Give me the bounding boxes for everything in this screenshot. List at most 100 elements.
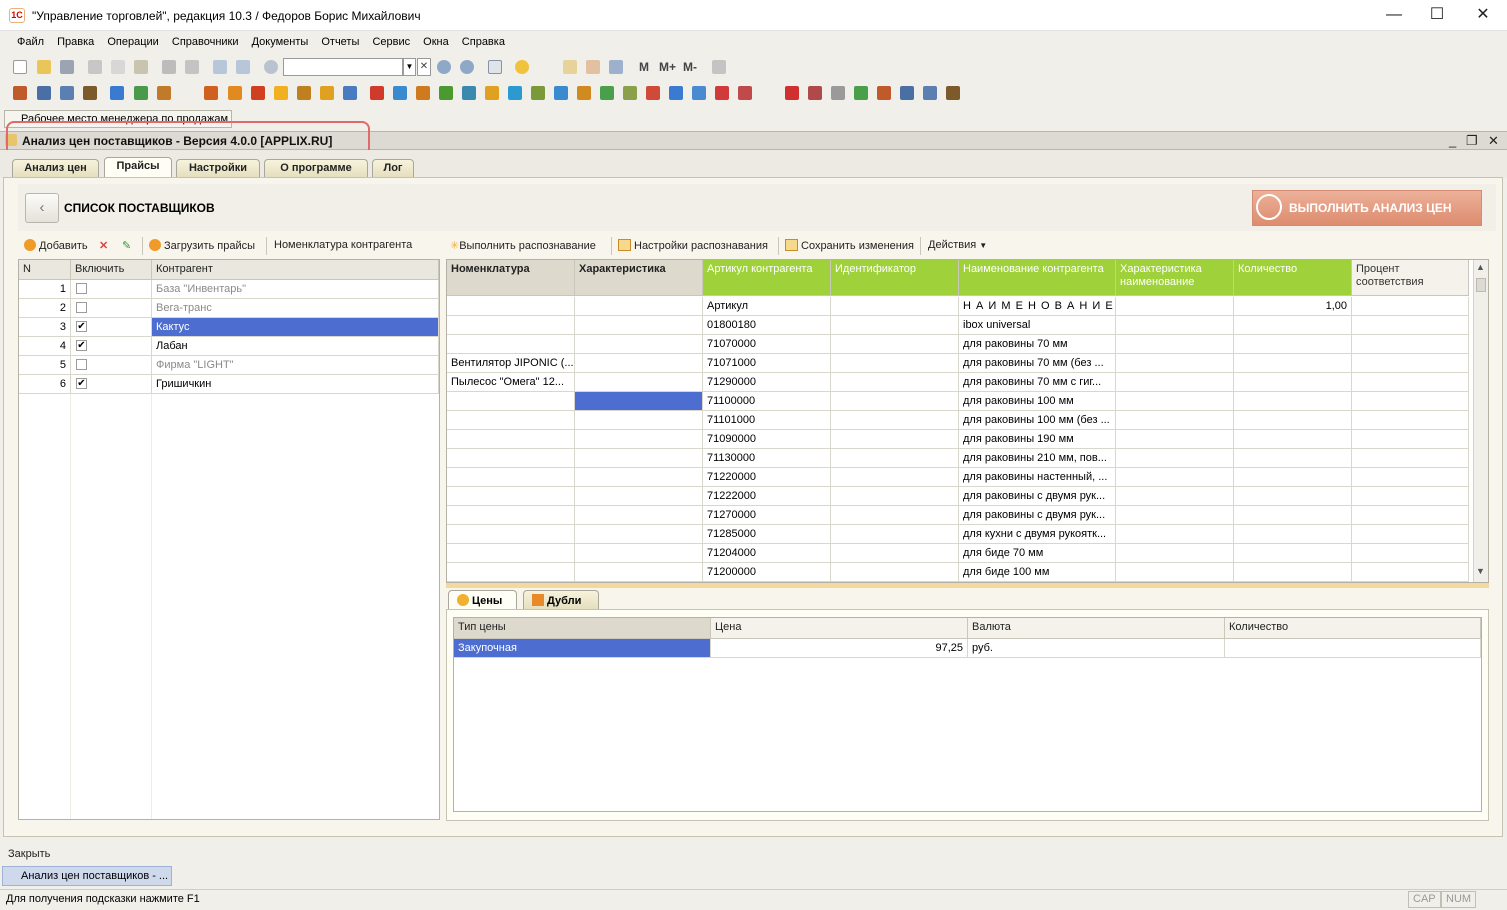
- document-type-icon[interactable]: [946, 86, 960, 100]
- column-header[interactable]: Включить: [71, 260, 152, 280]
- document-type-icon[interactable]: [577, 86, 591, 100]
- search-icon[interactable]: [264, 60, 278, 74]
- table-row[interactable]: 1 База "Инвентарь": [19, 280, 439, 299]
- table-cell[interactable]: Н А И М Е Н О В А Н И Е ...: [959, 297, 1116, 316]
- table-cell[interactable]: [831, 316, 959, 335]
- edit-icon[interactable]: ✎: [122, 239, 131, 252]
- chevron-down-icon[interactable]: ▼: [403, 58, 416, 76]
- document-type-icon[interactable]: [370, 86, 384, 100]
- column-header[interactable]: Характеристика наименование: [1116, 260, 1234, 296]
- memory-mminus-button[interactable]: M-: [683, 60, 697, 74]
- memory-mplus-button[interactable]: M+: [659, 60, 676, 74]
- add-supplier-button[interactable]: Добавить: [24, 239, 88, 252]
- table-cell[interactable]: [447, 544, 575, 563]
- table-cell[interactable]: [447, 525, 575, 544]
- table-row[interactable]: 71090000 для раковины 190 мм: [447, 430, 1473, 449]
- table-cell[interactable]: [1225, 639, 1481, 658]
- table-cell[interactable]: [447, 468, 575, 487]
- table-cell[interactable]: [1234, 468, 1352, 487]
- copy-icon[interactable]: [111, 60, 125, 74]
- table-cell[interactable]: [831, 335, 959, 354]
- table-cell[interactable]: [831, 411, 959, 430]
- document-close-button[interactable]: ✕: [1488, 133, 1499, 149]
- table-cell[interactable]: [1234, 506, 1352, 525]
- tab-duplicates[interactable]: Дубли: [523, 590, 599, 609]
- table-cell[interactable]: [1234, 373, 1352, 392]
- table-row[interactable]: 71101000 для раковины 100 мм (без ...: [447, 411, 1473, 430]
- menu-operations[interactable]: Операции: [102, 31, 163, 48]
- document-type-icon[interactable]: [439, 86, 453, 100]
- table-cell[interactable]: 01800180: [703, 316, 831, 335]
- recognize-button[interactable]: ✳Выполнить распознавание: [450, 239, 596, 252]
- table-cell[interactable]: [1234, 544, 1352, 563]
- document-type-icon[interactable]: [808, 86, 822, 100]
- table-cell[interactable]: [1352, 468, 1469, 487]
- table-cell[interactable]: [831, 525, 959, 544]
- tab-about[interactable]: О программе: [264, 159, 368, 177]
- document-type-icon[interactable]: [134, 86, 148, 100]
- table-cell[interactable]: [575, 411, 703, 430]
- table-cell[interactable]: [1352, 297, 1469, 316]
- table-cell[interactable]: Артикул: [703, 297, 831, 316]
- table-cell[interactable]: для кухни с двумя рукоятк...: [959, 525, 1116, 544]
- table-cell[interactable]: 71090000: [703, 430, 831, 449]
- document-type-icon[interactable]: [13, 86, 27, 100]
- tab-prices[interactable]: Цены: [448, 590, 517, 610]
- table-cell[interactable]: [575, 335, 703, 354]
- run-analysis-button[interactable]: ВЫПОЛНИТЬ АНАЛИЗ ЦЕН: [1252, 190, 1482, 226]
- document-type-icon[interactable]: [692, 86, 706, 100]
- table-row[interactable]: 71222000 для раковины с двумя рук...: [447, 487, 1473, 506]
- table-cell[interactable]: [447, 506, 575, 525]
- table-cell[interactable]: [1234, 525, 1352, 544]
- table-cell[interactable]: для раковины 190 мм: [959, 430, 1116, 449]
- table-cell[interactable]: для биде 100 мм: [959, 563, 1116, 582]
- table-cell[interactable]: [1116, 525, 1234, 544]
- table-row[interactable]: 71220000 для раковины настенный, ...: [447, 468, 1473, 487]
- column-header[interactable]: Количество: [1225, 618, 1481, 639]
- table-cell[interactable]: 71200000: [703, 563, 831, 582]
- close-window-button[interactable]: ✕: [1466, 4, 1500, 26]
- table-cell[interactable]: [1116, 468, 1234, 487]
- table-row[interactable]: 71130000 для раковины 210 мм, пов...: [447, 449, 1473, 468]
- save-icon[interactable]: [60, 60, 74, 74]
- table-cell[interactable]: [1352, 411, 1469, 430]
- table-cell[interactable]: [1352, 563, 1469, 582]
- document-type-icon[interactable]: [900, 86, 914, 100]
- tab-log[interactable]: Лог: [372, 159, 414, 177]
- table-cell[interactable]: [1234, 354, 1352, 373]
- table-row[interactable]: 3 ✔ Кактус: [19, 318, 439, 337]
- document-type-icon[interactable]: [877, 86, 891, 100]
- table-cell[interactable]: для раковины с двумя рук...: [959, 506, 1116, 525]
- table-cell[interactable]: Пылесос "Омега" 12...: [447, 373, 575, 392]
- table-cell[interactable]: [1116, 316, 1234, 335]
- table-cell[interactable]: для раковины 210 мм, пов...: [959, 449, 1116, 468]
- table-cell[interactable]: [1116, 373, 1234, 392]
- document-type-icon[interactable]: [320, 86, 334, 100]
- minimize-button[interactable]: —: [1377, 4, 1411, 26]
- table-cell[interactable]: 71285000: [703, 525, 831, 544]
- document-type-icon[interactable]: [297, 86, 311, 100]
- menu-documents[interactable]: Документы: [247, 31, 314, 48]
- table-cell[interactable]: [1352, 354, 1469, 373]
- tab-price-analysis[interactable]: Анализ цен: [12, 159, 99, 177]
- menu-file[interactable]: Файл: [12, 31, 49, 48]
- splitter[interactable]: [446, 583, 1489, 588]
- document-type-icon[interactable]: [669, 86, 683, 100]
- table-cell[interactable]: для раковины 70 мм (без ...: [959, 354, 1116, 373]
- table-cell[interactable]: [447, 316, 575, 335]
- menu-edit[interactable]: Правка: [52, 31, 99, 48]
- load-prices-button[interactable]: Загрузить прайсы: [149, 239, 255, 252]
- table-cell[interactable]: 71100000: [703, 392, 831, 411]
- column-header[interactable]: Идентификатор: [831, 260, 959, 296]
- vertical-scrollbar[interactable]: ▲ ▼: [1473, 260, 1488, 582]
- document-type-icon[interactable]: [110, 86, 124, 100]
- table-cell[interactable]: [447, 297, 575, 316]
- table-cell[interactable]: [1234, 316, 1352, 335]
- users-icon[interactable]: [609, 60, 623, 74]
- table-cell[interactable]: руб.: [968, 639, 1225, 658]
- document-type-icon[interactable]: [274, 86, 288, 100]
- document-type-icon[interactable]: [37, 86, 51, 100]
- paste-icon[interactable]: [134, 60, 148, 74]
- table-cell[interactable]: [575, 506, 703, 525]
- table-cell[interactable]: 71270000: [703, 506, 831, 525]
